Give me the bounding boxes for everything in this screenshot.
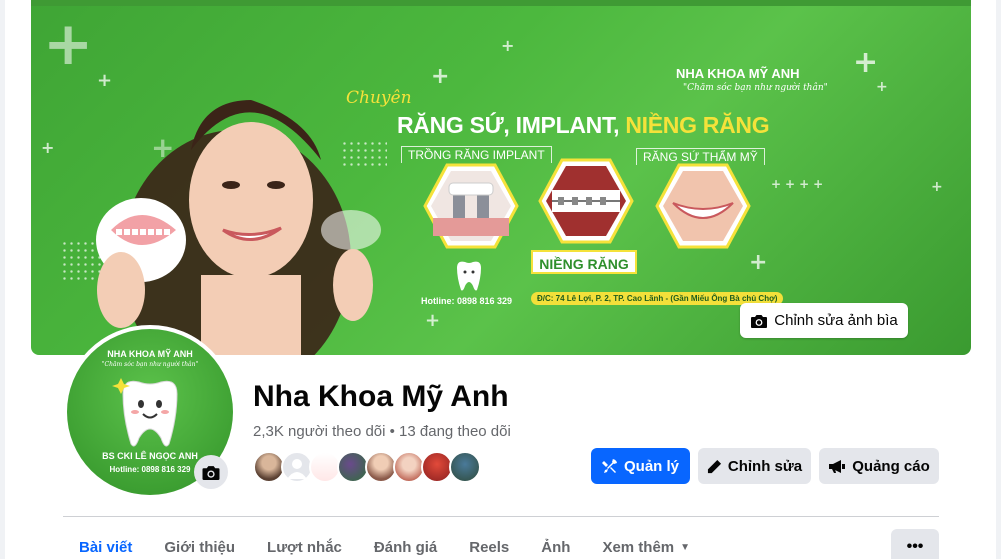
header-divider (63, 516, 939, 517)
avatar-brand-title: NHA KHOA MỸ ANH (107, 349, 193, 359)
cover-headline-script: Chuyên (346, 88, 412, 108)
advertise-button[interactable]: Quảng cáo (819, 448, 939, 484)
tab-posts[interactable]: Bài viết (63, 528, 148, 559)
tab-mentions[interactable]: Lượt nhắc (251, 528, 358, 559)
edit-page-button[interactable]: Chỉnh sửa (698, 448, 811, 484)
tab-reels-label: Reels (469, 539, 510, 556)
tooth-mascot-icon (112, 378, 178, 447)
edit-cover-photo-label: Chỉnh sửa ảnh bìa (774, 312, 898, 329)
plus-decoration-icon: + (431, 64, 450, 89)
tab-posts-label: Bài viết (79, 539, 133, 556)
manage-button-label: Quản lý (623, 457, 679, 475)
page-gutter-right (996, 0, 1001, 559)
cover-service-braces: NIỀNG RĂNG (531, 250, 637, 274)
tab-photos-label: Ảnh (541, 539, 571, 556)
edit-cover-photo-button[interactable]: Chỉnh sửa ảnh bìa (740, 303, 908, 338)
caret-down-icon: ▼ (680, 542, 691, 553)
tab-reviews[interactable]: Đánh giá (358, 528, 453, 559)
cover-hotline: Hotline: 0898 816 329 (421, 296, 513, 306)
more-dots-icon: ••• (906, 538, 924, 555)
cover-headline-part1: RĂNG SỨ, IMPLANT, (397, 112, 626, 138)
follower-avatar[interactable] (449, 451, 481, 483)
tab-more[interactable]: Xem thêm ▼ (586, 528, 706, 559)
plus-decoration-icon: + (43, 9, 94, 79)
cover-top-strip (31, 0, 971, 6)
braces-hexagon-image (538, 158, 634, 244)
plus-decoration-icon: + (876, 79, 888, 95)
page-gutter-left (0, 0, 5, 559)
plus-decoration-icon: + (41, 138, 55, 157)
plus-decoration-icon: + (425, 310, 441, 331)
tab-about-label: Giới thiệu (164, 539, 236, 556)
camera-icon (751, 314, 768, 328)
cover-headline-part2: NIỀNG RĂNG (625, 112, 770, 138)
tab-more-label: Xem thêm (602, 539, 675, 556)
page-title: Nha Khoa Mỹ Anh (253, 380, 509, 413)
camera-icon (202, 465, 220, 480)
cover-brand-title: NHA KHOA MỸ ANH (676, 66, 800, 81)
follower-avatars[interactable] (253, 451, 481, 485)
plus-decoration-icon: + (931, 179, 943, 195)
update-profile-picture-button[interactable] (194, 455, 228, 489)
avatar-brand-subtitle: "Chăm sóc bạn như người thân" (101, 361, 199, 368)
tab-photos[interactable]: Ảnh (525, 528, 586, 559)
tab-mentions-label: Lượt nhắc (267, 539, 342, 556)
followers-count[interactable]: 2,3K người theo dõi • 13 đang theo dõi (253, 423, 511, 440)
cover-photo[interactable]: + + + + + + + + + + ++++ + Chuyên RĂNG S… (31, 0, 971, 355)
cover-service-implant: TRỒNG RĂNG IMPLANT (401, 146, 552, 163)
advertise-button-label: Quảng cáo (852, 457, 930, 475)
plus-decoration-icon: + (749, 250, 768, 275)
pencil-icon (707, 459, 721, 473)
woman-with-dental-model-image (96, 100, 381, 355)
tools-icon (601, 459, 617, 473)
plus-decoration-icon: + (853, 45, 879, 80)
cover-brand-subtitle: "Chăm sóc bạn như người thân" (683, 83, 828, 93)
tab-reels[interactable]: Reels (453, 528, 525, 559)
edit-page-button-label: Chỉnh sửa (727, 457, 803, 475)
plus-decoration-icon: + (501, 36, 515, 55)
profile-tabs: Bài viết Giới thiệu Lượt nhắc Đánh giá R… (63, 528, 706, 559)
tooth-mascot-icon (457, 261, 481, 291)
cover-headline: RĂNG SỨ, IMPLANT, NIỀNG RĂNG (397, 112, 770, 139)
implant-hexagon-image (423, 163, 519, 249)
tab-about[interactable]: Giới thiệu (148, 528, 251, 559)
manage-button[interactable]: Quản lý (591, 448, 690, 484)
tab-reviews-label: Đánh giá (373, 539, 438, 556)
more-options-button[interactable]: ••• (891, 529, 939, 559)
megaphone-icon (829, 459, 846, 473)
veneer-hexagon-image (655, 163, 751, 249)
plus-decoration-icon: ++++ (771, 177, 828, 191)
